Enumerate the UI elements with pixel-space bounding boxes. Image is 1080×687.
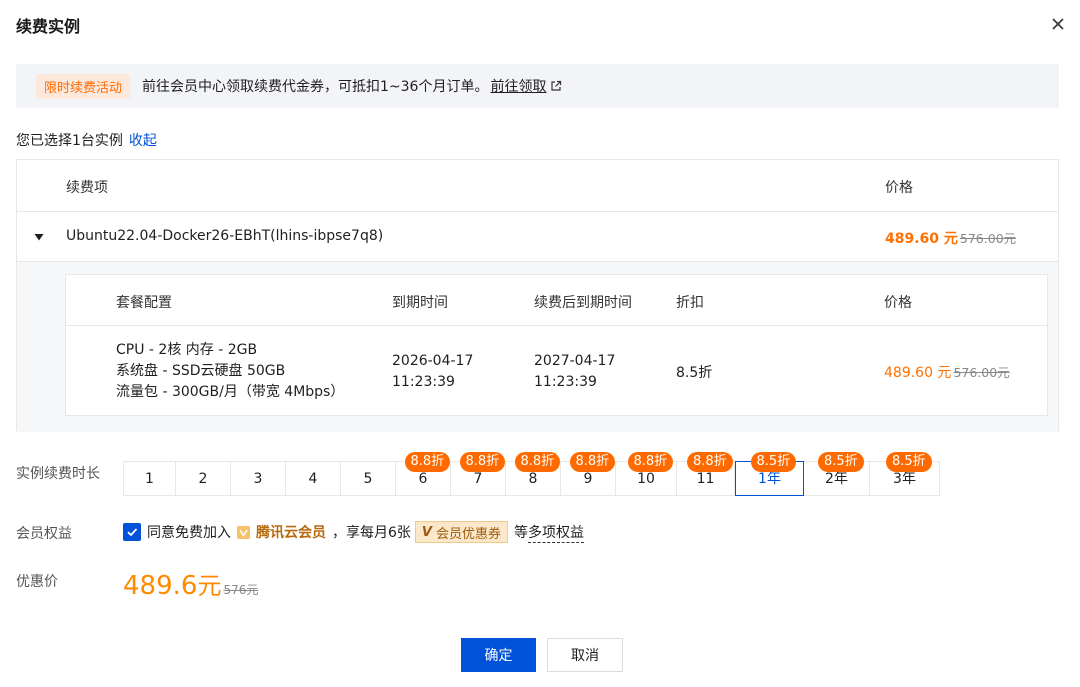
config-lines: CPU - 2核 内存 - 2GB 系统盘 - SSD云硬盘 50GB 流量包 …	[116, 340, 344, 403]
config-line: 流量包 - 300GB/月（带宽 4Mbps）	[116, 384, 345, 400]
header-price: 价格	[885, 180, 913, 196]
detail-price-current: 489.60 元	[884, 365, 952, 381]
detail-table-header: 套餐配置 到期时间 续费后到期时间 折扣 价格	[66, 275, 1047, 326]
discount-badge: 8.8折	[404, 452, 451, 472]
header-detail-price: 价格	[884, 295, 912, 311]
selection-text: 您已选择1台实例	[16, 133, 123, 149]
confirm-button[interactable]: 确定	[461, 638, 536, 672]
duration-option-1[interactable]: 1	[123, 461, 176, 496]
detail-table: 套餐配置 到期时间 续费后到期时间 折扣 价格 CPU - 2核 内存 - 2G…	[65, 274, 1048, 416]
final-price-original: 576元	[223, 583, 259, 597]
expire-time: 2026-04-17 11:23:39	[392, 351, 473, 393]
final-price-value: 489.6	[123, 571, 198, 601]
member-checkbox[interactable]	[123, 523, 141, 541]
discount-value: 8.5折	[676, 365, 713, 381]
selection-info: 您已选择1台实例 收起	[16, 130, 157, 150]
promo-text: 前往会员中心领取续费代金券，可抵扣1~36个月订单。	[142, 79, 489, 95]
detail-price: 489.60 元 576.00元	[884, 362, 1010, 382]
config-line: 系统盘 - SSD云硬盘 50GB	[116, 363, 286, 379]
discount-badge: 8.8折	[687, 452, 733, 472]
discount-badge: 8.5折	[886, 452, 932, 472]
discount-badge: 8.8折	[459, 452, 506, 472]
promo-banner: 限时续费活动 前往会员中心领取续费代金券，可抵扣1~36个月订单。 前往领取	[16, 64, 1059, 108]
renew-date-text: 2027-04-17	[534, 353, 616, 369]
discount-badge: 8.8折	[514, 452, 561, 472]
more-benefits-link[interactable]: 多项权益	[528, 522, 584, 543]
external-link-icon[interactable]	[550, 80, 562, 92]
discount-badge: 8.8折	[627, 452, 674, 472]
renew-time-text: 11:23:39	[534, 374, 597, 390]
collapse-link[interactable]: 收起	[129, 133, 157, 149]
dialog-title: 续费实例	[16, 17, 81, 36]
check-icon	[127, 528, 138, 537]
header-discount: 折扣	[676, 295, 704, 311]
header-config: 套餐配置	[116, 295, 172, 311]
header-expire: 到期时间	[392, 295, 448, 311]
header-renew-expire: 续费后到期时间	[534, 295, 632, 311]
price-current: 489.60 元	[885, 231, 958, 247]
header-renew-item: 续费项	[66, 180, 108, 196]
duration-label: 实例续费时长	[16, 466, 100, 482]
close-icon[interactable]	[1048, 14, 1068, 34]
coupon-v-icon: V	[421, 524, 432, 540]
final-price-unit: 元	[197, 572, 222, 600]
member-text3: 等	[514, 525, 528, 541]
final-price: 489.6 元 576元	[123, 566, 258, 601]
member-text2: ，享每月6张	[332, 525, 411, 541]
renew-table-header: 续费项 价格	[17, 160, 1058, 212]
discount-badge: 8.5折	[818, 452, 864, 472]
expire-date-text: 2026-04-17	[392, 353, 474, 369]
cancel-button[interactable]: 取消	[547, 638, 623, 672]
instance-name: Ubuntu22.04-Docker26-EBhT(lhins-ibpse7q8…	[66, 228, 384, 244]
final-price-label: 优惠价	[16, 574, 58, 590]
detail-row: CPU - 2核 内存 - 2GB 系统盘 - SSD云硬盘 50GB 流量包 …	[66, 326, 1047, 416]
member-coupon-badge: V 会员优惠券	[414, 521, 508, 543]
member-text1: 同意免费加入	[147, 525, 231, 541]
duration-option-2[interactable]: 2	[176, 461, 231, 496]
member-brand: 腾讯云会员	[256, 525, 326, 541]
member-benefit-row: 同意免费加入 腾讯云会员 ，享每月6张 V 会员优惠券 等 多项权益	[123, 521, 584, 543]
renew-expire-time: 2027-04-17 11:23:39	[534, 351, 615, 393]
duration-option-3[interactable]: 3	[231, 461, 286, 496]
promo-tag: 限时续费活动	[36, 73, 131, 99]
discount-badge: 8.8折	[569, 452, 616, 472]
caret-down-icon[interactable]	[33, 231, 45, 243]
price-original: 576.00元	[959, 231, 1017, 246]
promo-link[interactable]: 前往领取	[490, 76, 546, 96]
detail-price-original: 576.00元	[953, 365, 1010, 380]
table-row: Ubuntu22.04-Docker26-EBhT(lhins-ibpse7q8…	[17, 212, 1058, 262]
row-price: 489.60 元 576.00元	[885, 228, 1016, 248]
duration-option-4[interactable]: 4	[286, 461, 341, 496]
config-line: CPU - 2核 内存 - 2GB	[116, 342, 258, 358]
renew-table: 续费项 价格 Ubuntu22.04-Docker26-EBhT(lhins-i…	[16, 159, 1059, 432]
expire-time-text: 11:23:39	[392, 374, 455, 390]
coupon-text: 会员优惠券	[435, 526, 501, 542]
discount-badge: 8.5折	[750, 452, 797, 472]
vip-badge-icon	[237, 525, 250, 539]
duration-option-5[interactable]: 5	[341, 461, 396, 496]
member-label: 会员权益	[16, 526, 72, 542]
expanded-detail: 套餐配置 到期时间 续费后到期时间 折扣 价格 CPU - 2核 内存 - 2G…	[17, 262, 1058, 432]
